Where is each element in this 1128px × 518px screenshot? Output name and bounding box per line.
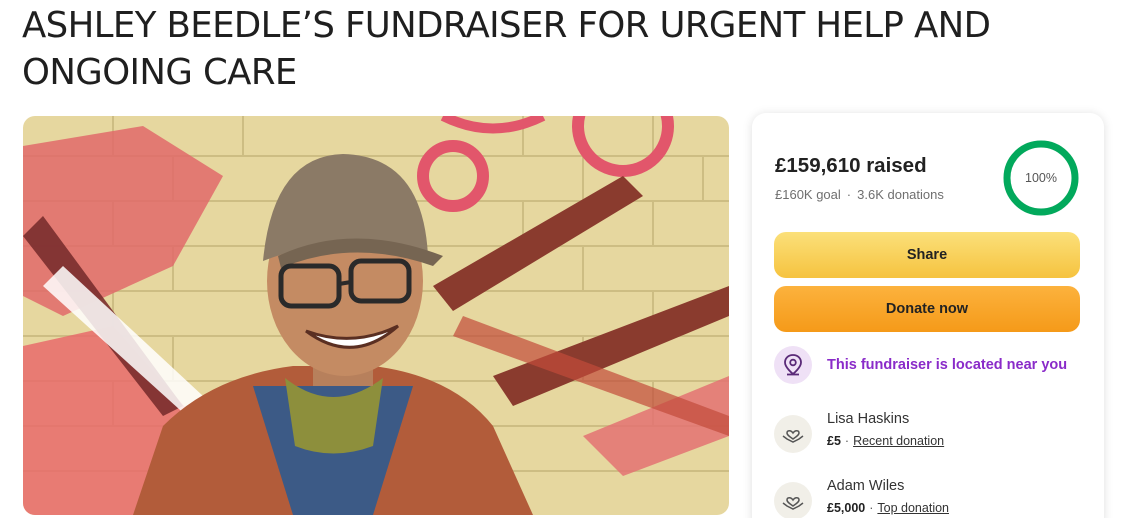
amount-raised: £159,610 raised (775, 154, 927, 177)
recent-donation-link[interactable]: Recent donation (853, 434, 944, 448)
hero-image (23, 116, 729, 515)
donation-amount: £5,000 (827, 501, 866, 515)
donation-separator: · (844, 434, 850, 448)
donation-separator: · (869, 501, 874, 515)
donate-button[interactable]: Donate now (774, 286, 1080, 332)
location-notice: This fundraiser is located near you (774, 346, 1067, 384)
goal-amount: £160K goal (775, 187, 841, 202)
map-pin-icon (774, 346, 812, 384)
donation-item: Adam Wiles £5,000 · Top donation (774, 476, 949, 518)
progress-percent: 100% (1025, 171, 1057, 185)
heart-hands-icon (774, 482, 812, 518)
heart-hands-icon (774, 415, 812, 453)
share-button[interactable]: Share (774, 232, 1080, 278)
donation-item: Lisa Haskins £5 · Recent donation (774, 409, 944, 453)
hero-photo (23, 116, 729, 515)
donation-card: £159,610 raised £160K goal · 3.6K donation… (752, 113, 1104, 518)
top-donation-link[interactable]: Top donation (877, 501, 949, 515)
goal-summary: £160K goal · 3.6K donations (775, 187, 944, 202)
donor-name: Adam Wiles (827, 478, 905, 494)
donation-count: 3.6K donations (857, 187, 944, 202)
page-title: ASHLEY BEEDLE’S FUNDRAISER FOR URGENT HE… (22, 5, 991, 93)
meta-separator: · (846, 187, 852, 202)
location-text: This fundraiser is located near you (827, 357, 1068, 373)
donation-amount: £5 (827, 434, 841, 448)
donor-name: Lisa Haskins (827, 411, 910, 427)
